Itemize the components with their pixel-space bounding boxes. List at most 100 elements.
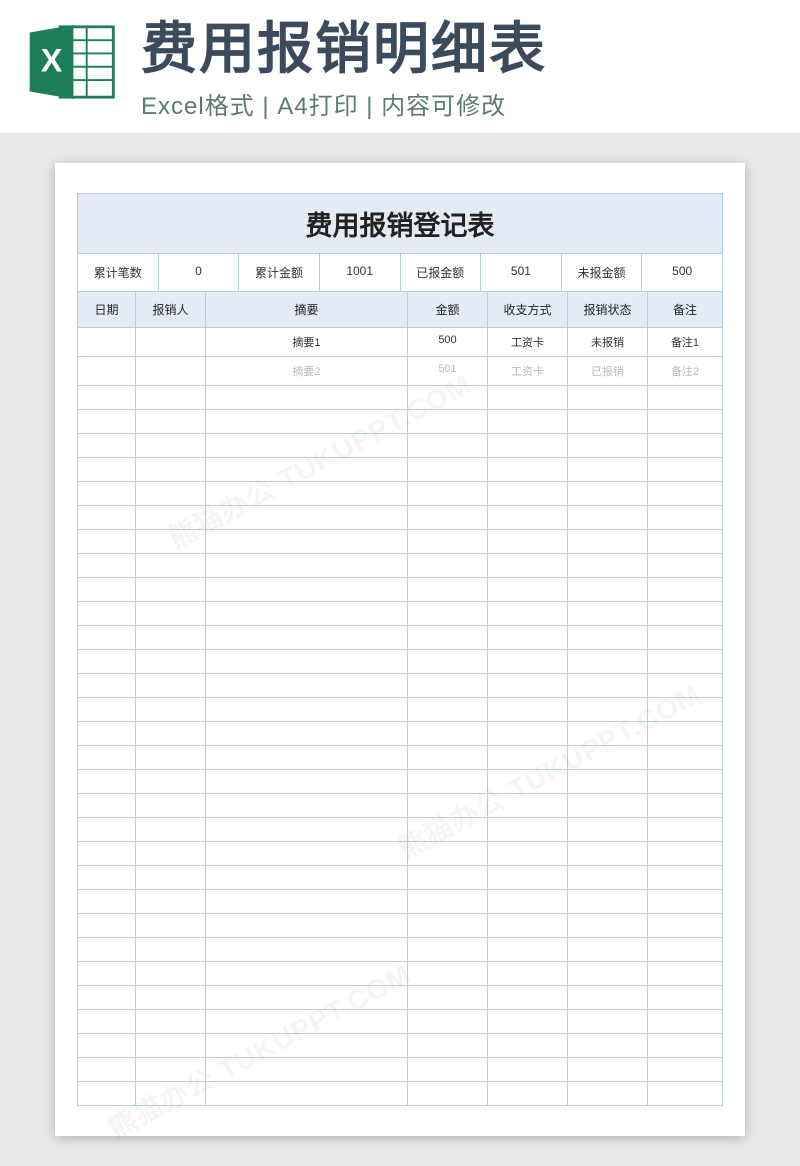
table-row — [77, 1082, 723, 1106]
cell — [78, 770, 136, 794]
cell — [408, 770, 488, 794]
cell — [568, 1082, 648, 1106]
table-row — [77, 650, 723, 674]
cell — [408, 986, 488, 1010]
cell — [408, 866, 488, 890]
cell — [488, 458, 568, 482]
cell — [136, 746, 206, 770]
cell — [568, 794, 648, 818]
cell — [78, 674, 136, 698]
cell — [206, 1034, 408, 1058]
cell — [206, 938, 408, 962]
cell — [78, 746, 136, 770]
cell — [568, 962, 648, 986]
cell — [78, 626, 136, 650]
col-person: 报销人 — [136, 292, 206, 328]
cell — [136, 482, 206, 506]
cell — [136, 938, 206, 962]
cell — [568, 482, 648, 506]
reported-value: 501 — [481, 254, 562, 292]
cell — [136, 626, 206, 650]
cell — [488, 794, 568, 818]
cell — [136, 386, 206, 410]
cell — [408, 578, 488, 602]
cell — [648, 842, 722, 866]
table-row — [77, 1010, 723, 1034]
cell — [568, 866, 648, 890]
cell — [648, 890, 722, 914]
cell — [408, 554, 488, 578]
cell — [136, 1058, 206, 1082]
cell — [206, 890, 408, 914]
cell — [78, 530, 136, 554]
col-summary: 摘要 — [206, 292, 408, 328]
table-row — [77, 794, 723, 818]
cell — [648, 698, 722, 722]
cell: 摘要1 — [206, 328, 408, 357]
table-row — [77, 482, 723, 506]
col-amount: 金额 — [408, 292, 488, 328]
cell — [488, 866, 568, 890]
cell: 工资卡 — [488, 328, 568, 357]
count-value: 0 — [159, 254, 240, 292]
cell — [206, 434, 408, 458]
table-row — [77, 818, 723, 842]
cell — [408, 914, 488, 938]
cell — [488, 650, 568, 674]
cell — [568, 506, 648, 530]
table-row: 摘要1500工资卡未报销备注1 — [77, 328, 723, 357]
cell — [408, 602, 488, 626]
cell — [568, 722, 648, 746]
table-row — [77, 554, 723, 578]
cell — [78, 506, 136, 530]
cell — [78, 938, 136, 962]
cell — [488, 842, 568, 866]
main-title: 费用报销明细表 — [141, 18, 776, 80]
cell — [136, 506, 206, 530]
cell — [408, 482, 488, 506]
cell — [206, 482, 408, 506]
cell — [648, 506, 722, 530]
cell — [136, 328, 206, 357]
cell — [568, 674, 648, 698]
cell — [568, 986, 648, 1010]
table-row — [77, 578, 723, 602]
cell — [568, 890, 648, 914]
table-row — [77, 530, 723, 554]
cell — [78, 818, 136, 842]
cell — [206, 506, 408, 530]
cell — [488, 986, 568, 1010]
cell — [136, 698, 206, 722]
cell — [648, 1034, 722, 1058]
cell — [206, 578, 408, 602]
cell — [488, 554, 568, 578]
cell — [408, 434, 488, 458]
cell — [136, 890, 206, 914]
cell — [648, 938, 722, 962]
table-row — [77, 1034, 723, 1058]
cell — [408, 1082, 488, 1106]
cell — [648, 914, 722, 938]
cell — [648, 554, 722, 578]
cell — [408, 506, 488, 530]
cell — [78, 866, 136, 890]
table-row — [77, 410, 723, 434]
col-method: 收支方式 — [488, 292, 568, 328]
cell — [648, 626, 722, 650]
cell — [78, 914, 136, 938]
table-row — [77, 506, 723, 530]
page-container: 费用报销登记表 累计笔数 0 累计金额 1001 已报金额 501 未报金额 5… — [0, 133, 800, 1166]
cell — [488, 578, 568, 602]
cell — [568, 530, 648, 554]
cell — [78, 328, 136, 357]
cell — [136, 818, 206, 842]
header-text: 费用报销明细表 Excel格式 | A4打印 | 内容可修改 — [141, 18, 776, 121]
cell — [408, 458, 488, 482]
cell — [648, 1082, 722, 1106]
cell — [648, 530, 722, 554]
cell — [78, 842, 136, 866]
cell: 501 — [408, 357, 488, 386]
table-row — [77, 962, 723, 986]
cell — [206, 818, 408, 842]
cell — [408, 938, 488, 962]
